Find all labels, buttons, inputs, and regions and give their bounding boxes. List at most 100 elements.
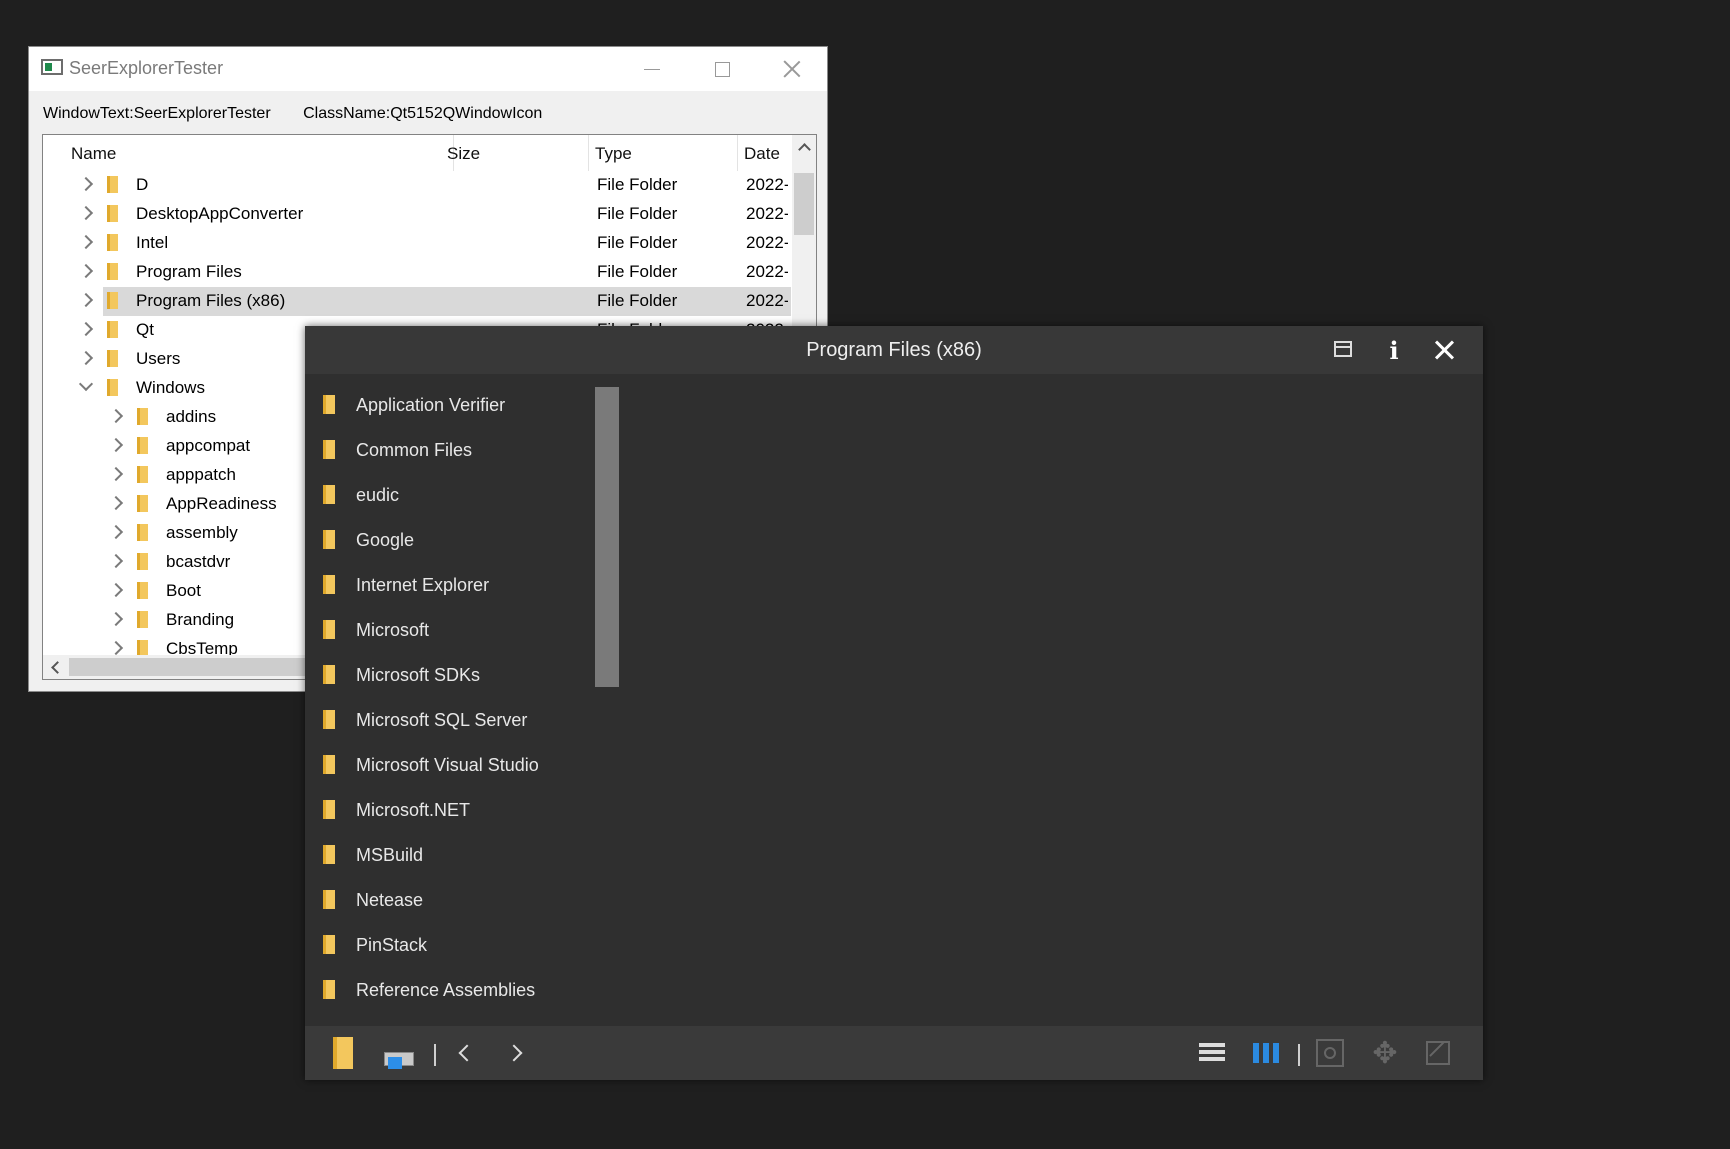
- minimize-icon: [644, 68, 660, 70]
- tree-row[interactable]: Program Files (x86) File Folder 2022-: [43, 287, 791, 316]
- tree-row-type: File Folder: [597, 175, 678, 194]
- open-folder-button[interactable]: [325, 1036, 361, 1070]
- title-bar[interactable]: SeerExplorerTester: [29, 47, 827, 91]
- tree-row[interactable]: Intel File Folder 2022-: [43, 229, 791, 258]
- folder-icon: [107, 234, 118, 251]
- maximize-button[interactable]: [687, 47, 757, 91]
- window-text-label: WindowText:SeerExplorerTester: [43, 105, 271, 122]
- window-title: SeerExplorerTester: [69, 58, 224, 78]
- tree-row-name: D: [136, 175, 149, 194]
- folder-name: Microsoft SDKs: [356, 665, 481, 685]
- folder-icon: [137, 582, 148, 599]
- tree-row-name: Branding: [166, 610, 235, 629]
- chevron-right-icon[interactable]: [108, 437, 124, 453]
- column-header-name[interactable]: Name: [65, 135, 454, 171]
- chevron-right-icon[interactable]: [108, 640, 124, 656]
- popup-header[interactable]: Program Files (x86) i: [305, 326, 1483, 374]
- tree-row-date: 2022-: [746, 262, 788, 281]
- chevron-right-icon[interactable]: [108, 408, 124, 424]
- scroll-up-icon[interactable]: [798, 143, 811, 156]
- folder-icon: [323, 395, 335, 414]
- external-link-button[interactable]: [1421, 1036, 1457, 1070]
- tree-row[interactable]: DesktopAppConverter File Folder 2022-: [43, 200, 791, 229]
- chevron-right-icon[interactable]: [78, 234, 94, 250]
- screenshot-button[interactable]: [1313, 1036, 1349, 1070]
- chevron-down-icon[interactable]: [78, 376, 94, 392]
- folder-list-scrollbar[interactable]: [595, 387, 619, 687]
- column-view-button[interactable]: [1247, 1036, 1283, 1070]
- tree-row[interactable]: D File Folder 2022-: [43, 171, 791, 200]
- chevron-right-icon[interactable]: [78, 292, 94, 308]
- folder-name: Microsoft.NET: [356, 800, 471, 820]
- chevron-right-icon[interactable]: [108, 524, 124, 540]
- folder-icon: [107, 205, 118, 222]
- tree-row-name: apppatch: [166, 465, 236, 484]
- scroll-left-icon[interactable]: [51, 661, 64, 674]
- tree-row-name: Users: [136, 349, 181, 368]
- move-icon: ✥: [1372, 1037, 1398, 1070]
- folder-icon: [323, 575, 335, 594]
- tree-row-type: File Folder: [597, 291, 678, 310]
- chevron-right-icon[interactable]: [78, 350, 94, 366]
- info-icon: i: [1389, 336, 1399, 365]
- folder-icon: [137, 553, 148, 570]
- chevron-right-icon[interactable]: [108, 466, 124, 482]
- drive-button[interactable]: [379, 1036, 415, 1070]
- tree-row[interactable]: Program Files File Folder 2022-: [43, 258, 791, 287]
- folder-name: Reference Assemblies: [356, 980, 536, 1000]
- chevron-right-icon[interactable]: [78, 263, 94, 279]
- folder-icon: [323, 980, 335, 999]
- chevron-right-icon[interactable]: [108, 611, 124, 627]
- tree-row-name: AppReadiness: [166, 494, 277, 513]
- folder-name: Google: [356, 530, 415, 550]
- minimize-button[interactable]: [617, 47, 687, 91]
- tree-header: Name Size Type Date: [43, 135, 791, 171]
- chevron-right-icon[interactable]: [108, 553, 124, 569]
- tree-row-name: Boot: [166, 581, 201, 600]
- chevron-right-icon[interactable]: [78, 176, 94, 192]
- app-icon: [41, 59, 63, 75]
- folder-icon: [323, 845, 335, 864]
- folder-icon: [107, 350, 118, 367]
- tree-row-name: Windows: [136, 378, 205, 397]
- folder-name: Application Verifier: [356, 395, 506, 415]
- column-header-type[interactable]: Type: [589, 135, 738, 171]
- chevron-right-icon[interactable]: [78, 321, 94, 337]
- folder-icon: [137, 495, 148, 512]
- chevron-left-icon: [458, 1044, 476, 1062]
- folder-icon: [323, 935, 335, 954]
- toolbar-separator: [434, 1044, 436, 1066]
- scroll-thumb[interactable]: [794, 173, 814, 235]
- folder-name: PinStack: [356, 935, 428, 955]
- tree-row-name: appcompat: [166, 436, 251, 455]
- close-button[interactable]: [757, 47, 827, 91]
- tree-row-name: Intel: [136, 233, 169, 252]
- chevron-right-icon[interactable]: [78, 205, 94, 221]
- window-icon: [1334, 341, 1352, 357]
- tree-row-name: assembly: [166, 523, 238, 542]
- chevron-right-icon[interactable]: [108, 495, 124, 511]
- column-header-size[interactable]: Size: [441, 135, 589, 171]
- window-mode-button[interactable]: [1325, 334, 1361, 366]
- folder-icon: [323, 710, 335, 729]
- folder-icon: [323, 755, 335, 774]
- folder-icon: [137, 437, 148, 454]
- forward-button[interactable]: [495, 1036, 531, 1070]
- folder-name: Microsoft: [356, 620, 430, 640]
- list-view-button[interactable]: [1194, 1036, 1230, 1070]
- folder-icon: [107, 176, 118, 193]
- list-view-icon: [1199, 1043, 1225, 1063]
- class-name-label: ClassName:Qt5152QWindowIcon: [303, 105, 543, 122]
- folder-icon: [323, 665, 335, 684]
- move-button[interactable]: ✥: [1367, 1036, 1403, 1070]
- folder-icon: [137, 466, 148, 483]
- column-header-date[interactable]: Date: [738, 135, 791, 171]
- folder-name: Microsoft Visual Studio: [356, 755, 539, 775]
- back-button[interactable]: [448, 1036, 484, 1070]
- info-button[interactable]: i: [1376, 334, 1412, 366]
- chevron-right-icon[interactable]: [108, 582, 124, 598]
- folder-name: MSBuild: [356, 845, 424, 865]
- folder-icon: [137, 611, 148, 628]
- tree-row-name: Program Files (x86): [136, 291, 286, 310]
- close-popup-button[interactable]: [1426, 334, 1462, 366]
